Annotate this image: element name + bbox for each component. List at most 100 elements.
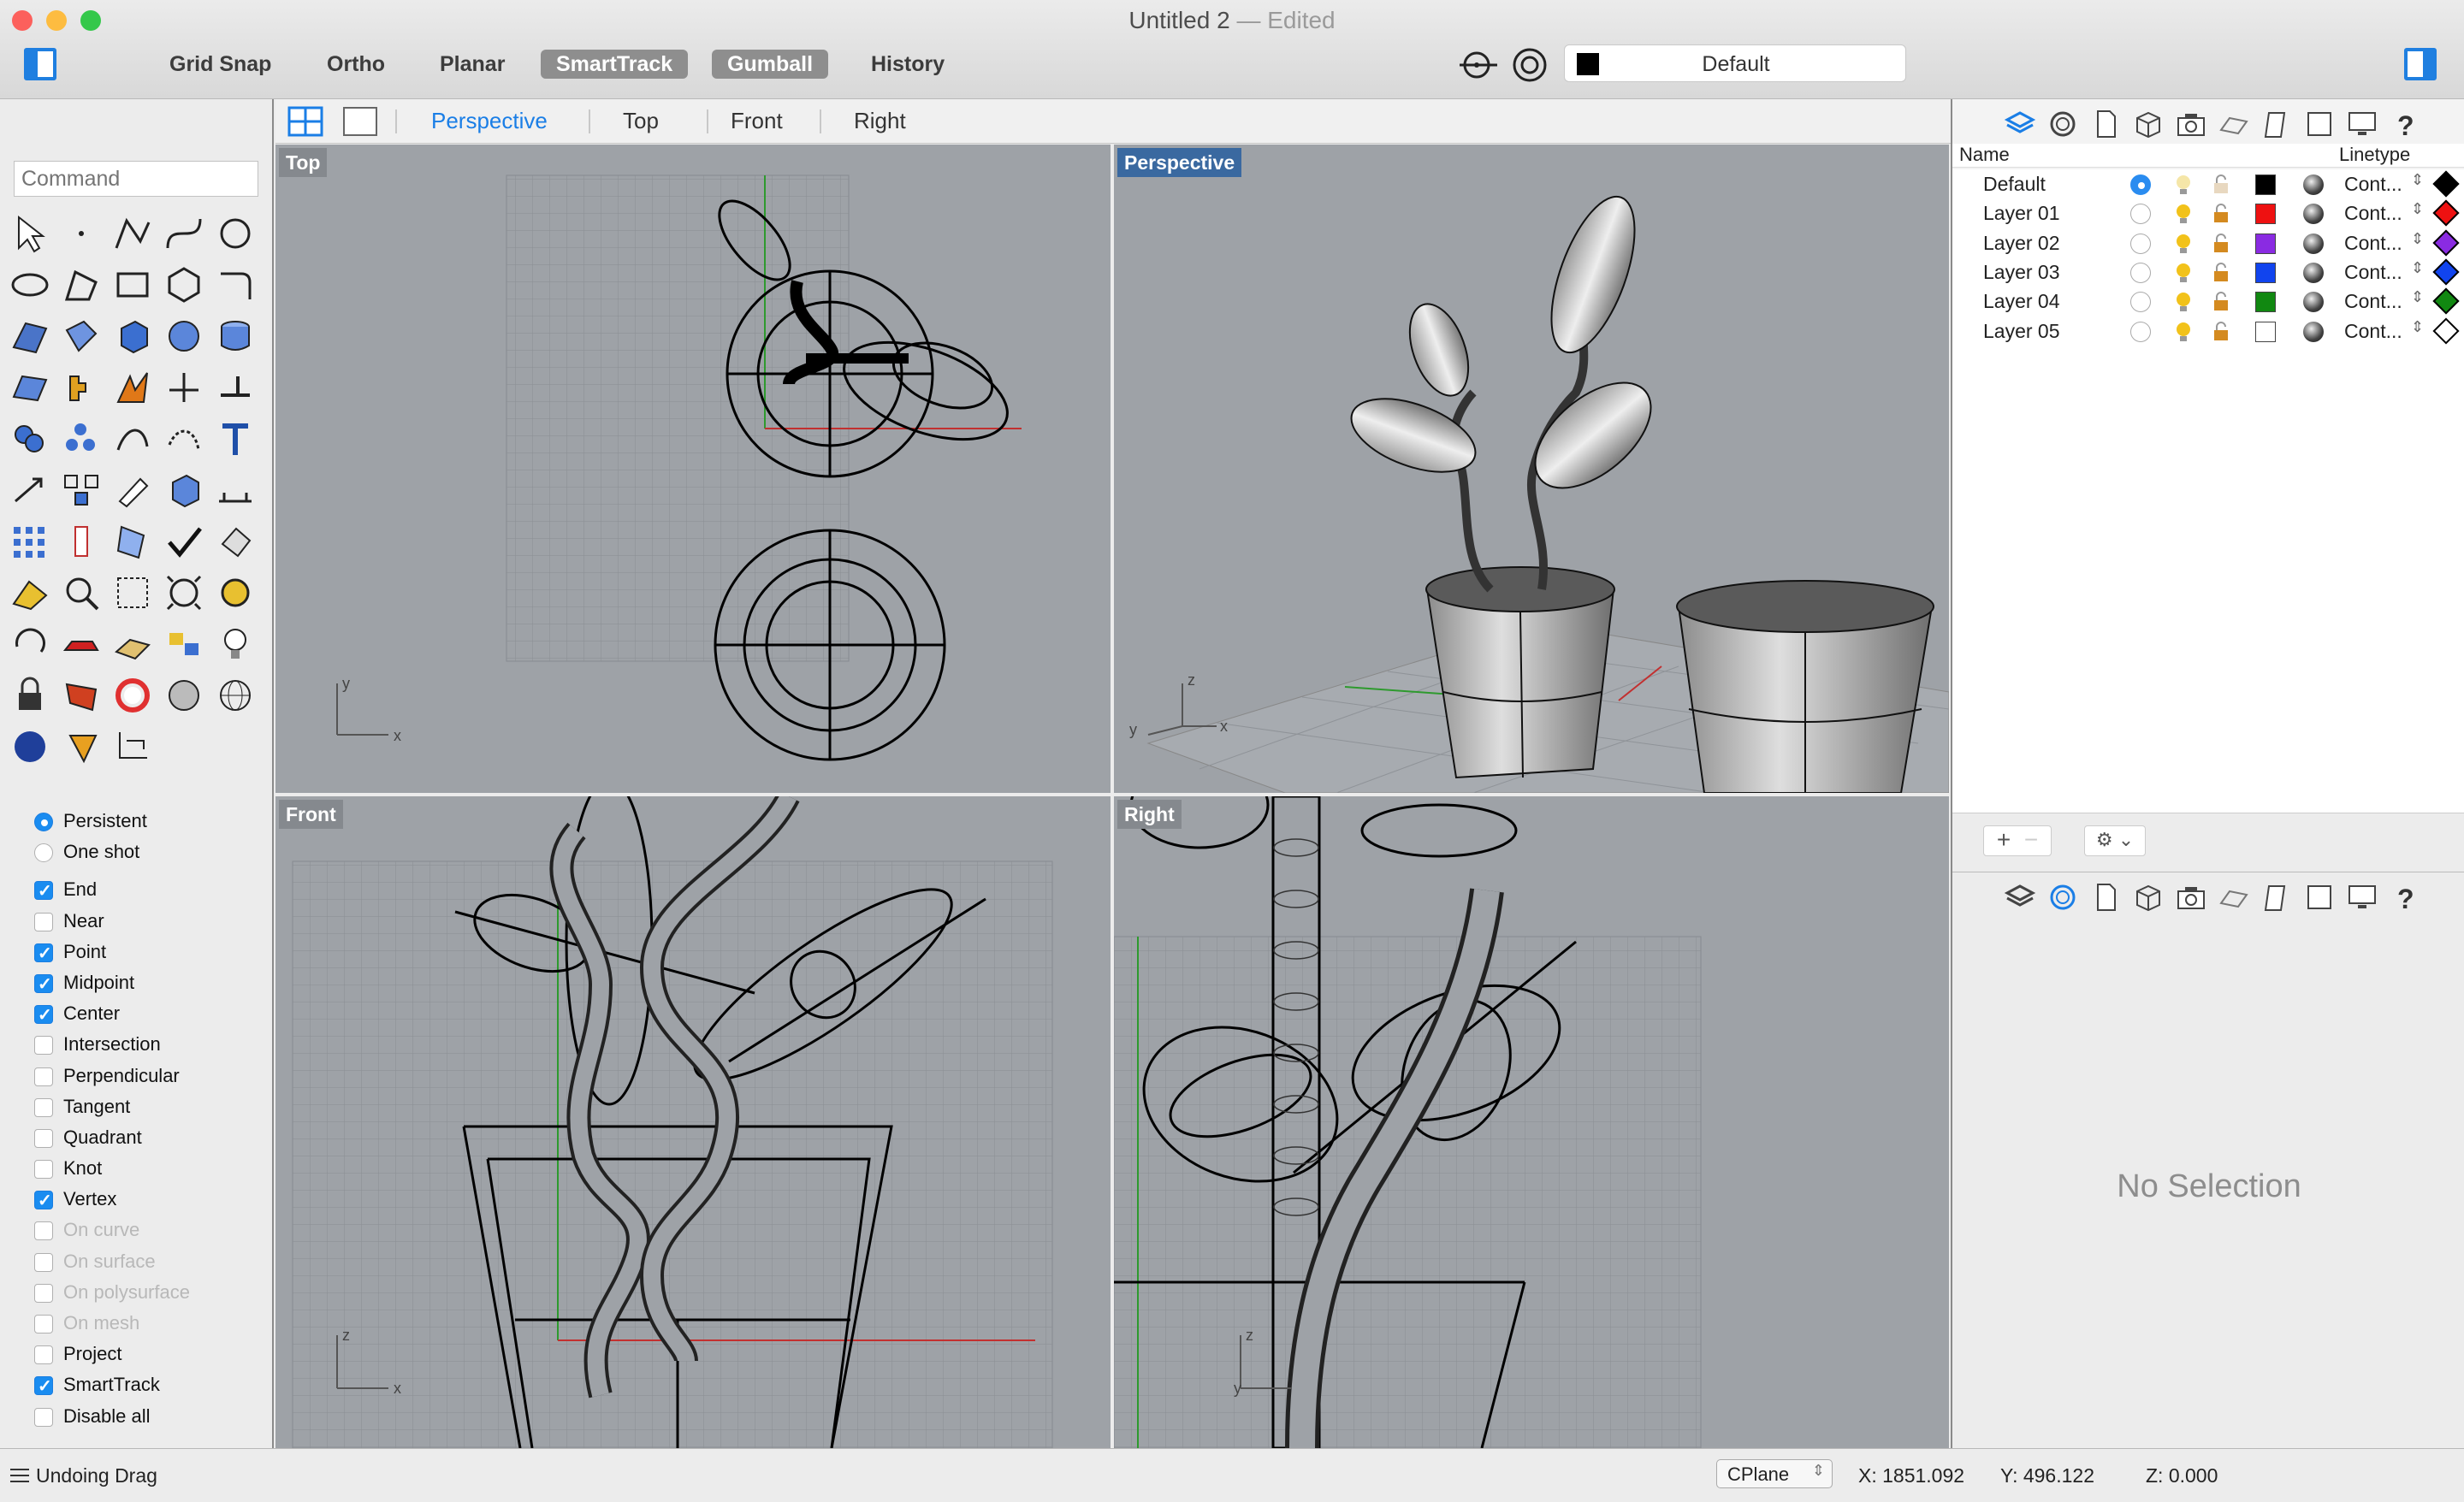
lightbulb-icon[interactable] bbox=[2171, 173, 2195, 197]
osnap-smarttrack-checkbox[interactable]: SmartTrack bbox=[33, 1369, 190, 1402]
right-sidebar-toggle-icon[interactable] bbox=[2404, 48, 2437, 80]
clipping-tool-icon[interactable] bbox=[110, 518, 156, 565]
osnap-tangent-checkbox[interactable]: Tangent bbox=[33, 1091, 190, 1122]
polyline-tool-icon[interactable] bbox=[110, 210, 156, 257]
print-color-diamond-icon[interactable] bbox=[2432, 199, 2460, 227]
layer-color-swatch[interactable] bbox=[2255, 233, 2276, 254]
left-sidebar-toggle-icon[interactable] bbox=[24, 48, 56, 80]
checkbox[interactable] bbox=[34, 912, 53, 931]
layer-color-swatch[interactable] bbox=[2255, 174, 2276, 195]
material-sphere-icon[interactable] bbox=[2303, 292, 2324, 313]
checkbox[interactable] bbox=[34, 1097, 53, 1117]
checkbox[interactable] bbox=[34, 876, 53, 907]
up-down-chevron-icon[interactable]: ⇕ bbox=[2411, 171, 2424, 189]
lock-tool-icon[interactable] bbox=[7, 672, 53, 718]
render-sphere-tool-icon[interactable] bbox=[7, 724, 53, 770]
layer-linetype[interactable]: Cont... bbox=[2344, 202, 2402, 225]
up-down-chevron-icon[interactable]: ⇕ bbox=[2411, 259, 2424, 277]
check-tool-icon[interactable] bbox=[161, 518, 207, 565]
osnap-mode-persistent[interactable]: Persistent bbox=[33, 806, 190, 837]
add-layer-button[interactable]: + − bbox=[1983, 825, 2052, 856]
zoom-extents-tool-icon[interactable] bbox=[161, 570, 207, 616]
toolbar-history-button[interactable]: History bbox=[856, 50, 960, 79]
materials-icon[interactable] bbox=[2046, 881, 2079, 914]
split-tool-icon[interactable] bbox=[161, 364, 207, 411]
toolbar-ortho-button[interactable]: Ortho bbox=[311, 50, 400, 79]
checkbox[interactable] bbox=[34, 969, 53, 1000]
grid-array-tool-icon[interactable] bbox=[7, 518, 53, 565]
box-edit-tool-icon[interactable] bbox=[161, 467, 207, 513]
lock-icon[interactable] bbox=[2209, 202, 2233, 226]
lightbulb-icon[interactable] bbox=[2171, 290, 2195, 314]
print-color-diamond-icon[interactable] bbox=[2432, 287, 2460, 315]
zoom-tool-icon[interactable] bbox=[58, 570, 104, 616]
lock-icon[interactable] bbox=[2209, 290, 2233, 314]
lock-icon[interactable] bbox=[2209, 173, 2233, 197]
osnap-end-checkbox[interactable]: End bbox=[33, 874, 190, 907]
viewport-label-top[interactable]: Top bbox=[279, 148, 328, 177]
polygon-tool-icon[interactable] bbox=[161, 262, 207, 308]
osnap-quadrant-checkbox[interactable]: Quadrant bbox=[33, 1122, 190, 1153]
lock-icon[interactable] bbox=[2209, 261, 2233, 285]
command-input[interactable] bbox=[14, 161, 258, 197]
layer-name[interactable]: Layer 02 bbox=[1983, 232, 2060, 255]
print-color-diamond-icon[interactable] bbox=[2432, 258, 2460, 286]
lock-icon[interactable] bbox=[2209, 232, 2233, 256]
tab-top[interactable]: Top bbox=[623, 108, 659, 134]
materials-icon[interactable] bbox=[2046, 108, 2079, 140]
osnap-point-checkbox[interactable]: Point bbox=[33, 937, 190, 969]
osnap-mode-one-shot[interactable]: One shot bbox=[33, 837, 190, 867]
lock-icon[interactable] bbox=[2209, 320, 2233, 344]
surface-from-points-tool-icon[interactable] bbox=[7, 313, 53, 359]
osnap-midpoint-checkbox[interactable]: Midpoint bbox=[33, 967, 190, 1000]
camera-icon[interactable] bbox=[2175, 881, 2207, 914]
current-layer-radio[interactable] bbox=[2130, 174, 2151, 195]
render-preview-tool-icon[interactable] bbox=[212, 518, 258, 565]
osnap-disable-all-checkbox[interactable]: Disable all bbox=[33, 1401, 190, 1432]
help-icon[interactable]: ? bbox=[2389, 108, 2421, 141]
current-layer-radio[interactable] bbox=[2130, 262, 2151, 283]
help-icon[interactable]: ? bbox=[2389, 881, 2421, 914]
checkbox[interactable] bbox=[34, 1160, 53, 1180]
material-sphere-icon[interactable] bbox=[2303, 204, 2324, 225]
sphere-tool-icon[interactable] bbox=[161, 313, 207, 359]
boolean-union-tool-icon[interactable] bbox=[7, 416, 53, 462]
viewport-label-perspective[interactable]: Perspective bbox=[1117, 148, 1242, 177]
puzzle-mesh-tool-icon[interactable] bbox=[58, 364, 104, 411]
screen-icon[interactable] bbox=[2346, 881, 2378, 914]
light-tool-icon[interactable] bbox=[212, 621, 258, 667]
current-layer-dropdown[interactable]: Default bbox=[1564, 44, 1906, 82]
array-tool-icon[interactable] bbox=[58, 467, 104, 513]
crop-tool-icon[interactable] bbox=[110, 724, 156, 770]
material-sphere-icon[interactable] bbox=[2303, 321, 2324, 342]
camera-icon[interactable] bbox=[2175, 108, 2207, 140]
current-layer-radio[interactable] bbox=[2130, 321, 2151, 342]
rotate-view-tool-icon[interactable] bbox=[7, 621, 53, 667]
object-properties-icon[interactable] bbox=[2132, 108, 2165, 140]
trim-tool-icon[interactable] bbox=[212, 364, 258, 411]
toolbar-smarttrack-button[interactable]: SmartTrack bbox=[541, 50, 689, 79]
osnap-center-checkbox[interactable]: Center bbox=[33, 998, 190, 1031]
wire-sphere-tool-icon[interactable] bbox=[212, 672, 258, 718]
named-views-icon[interactable] bbox=[2303, 108, 2336, 140]
gumball-center-icon[interactable] bbox=[1511, 46, 1549, 84]
toolbar-grid-snap-button[interactable]: Grid Snap bbox=[154, 50, 287, 79]
circle-tool-icon[interactable] bbox=[212, 210, 258, 257]
osnap-near-checkbox[interactable]: Near bbox=[33, 906, 190, 937]
layer-color-swatch[interactable] bbox=[2255, 321, 2276, 342]
column-linetype[interactable]: Linetype bbox=[2339, 144, 2410, 166]
layer-name[interactable]: Layer 04 bbox=[1983, 290, 2060, 313]
car-model-tool-icon[interactable] bbox=[58, 621, 104, 667]
up-down-chevron-icon[interactable]: ⇕ bbox=[2411, 318, 2424, 336]
checkbox[interactable] bbox=[34, 1128, 53, 1148]
lightbulb-icon[interactable] bbox=[2171, 261, 2195, 285]
notes-icon[interactable] bbox=[2089, 108, 2122, 140]
layer-row[interactable]: Default Cont... ⇕ bbox=[1952, 169, 2464, 198]
color-wheel-tool-icon[interactable] bbox=[110, 672, 156, 718]
select-arrow-tool-icon[interactable] bbox=[7, 210, 53, 257]
tab-perspective[interactable]: Perspective bbox=[431, 108, 548, 134]
print-color-diamond-icon[interactable] bbox=[2432, 316, 2460, 345]
curve-control-points-tool-icon[interactable] bbox=[161, 210, 207, 257]
four-viewport-layout-icon[interactable] bbox=[287, 106, 323, 137]
tab-right[interactable]: Right bbox=[854, 108, 906, 134]
